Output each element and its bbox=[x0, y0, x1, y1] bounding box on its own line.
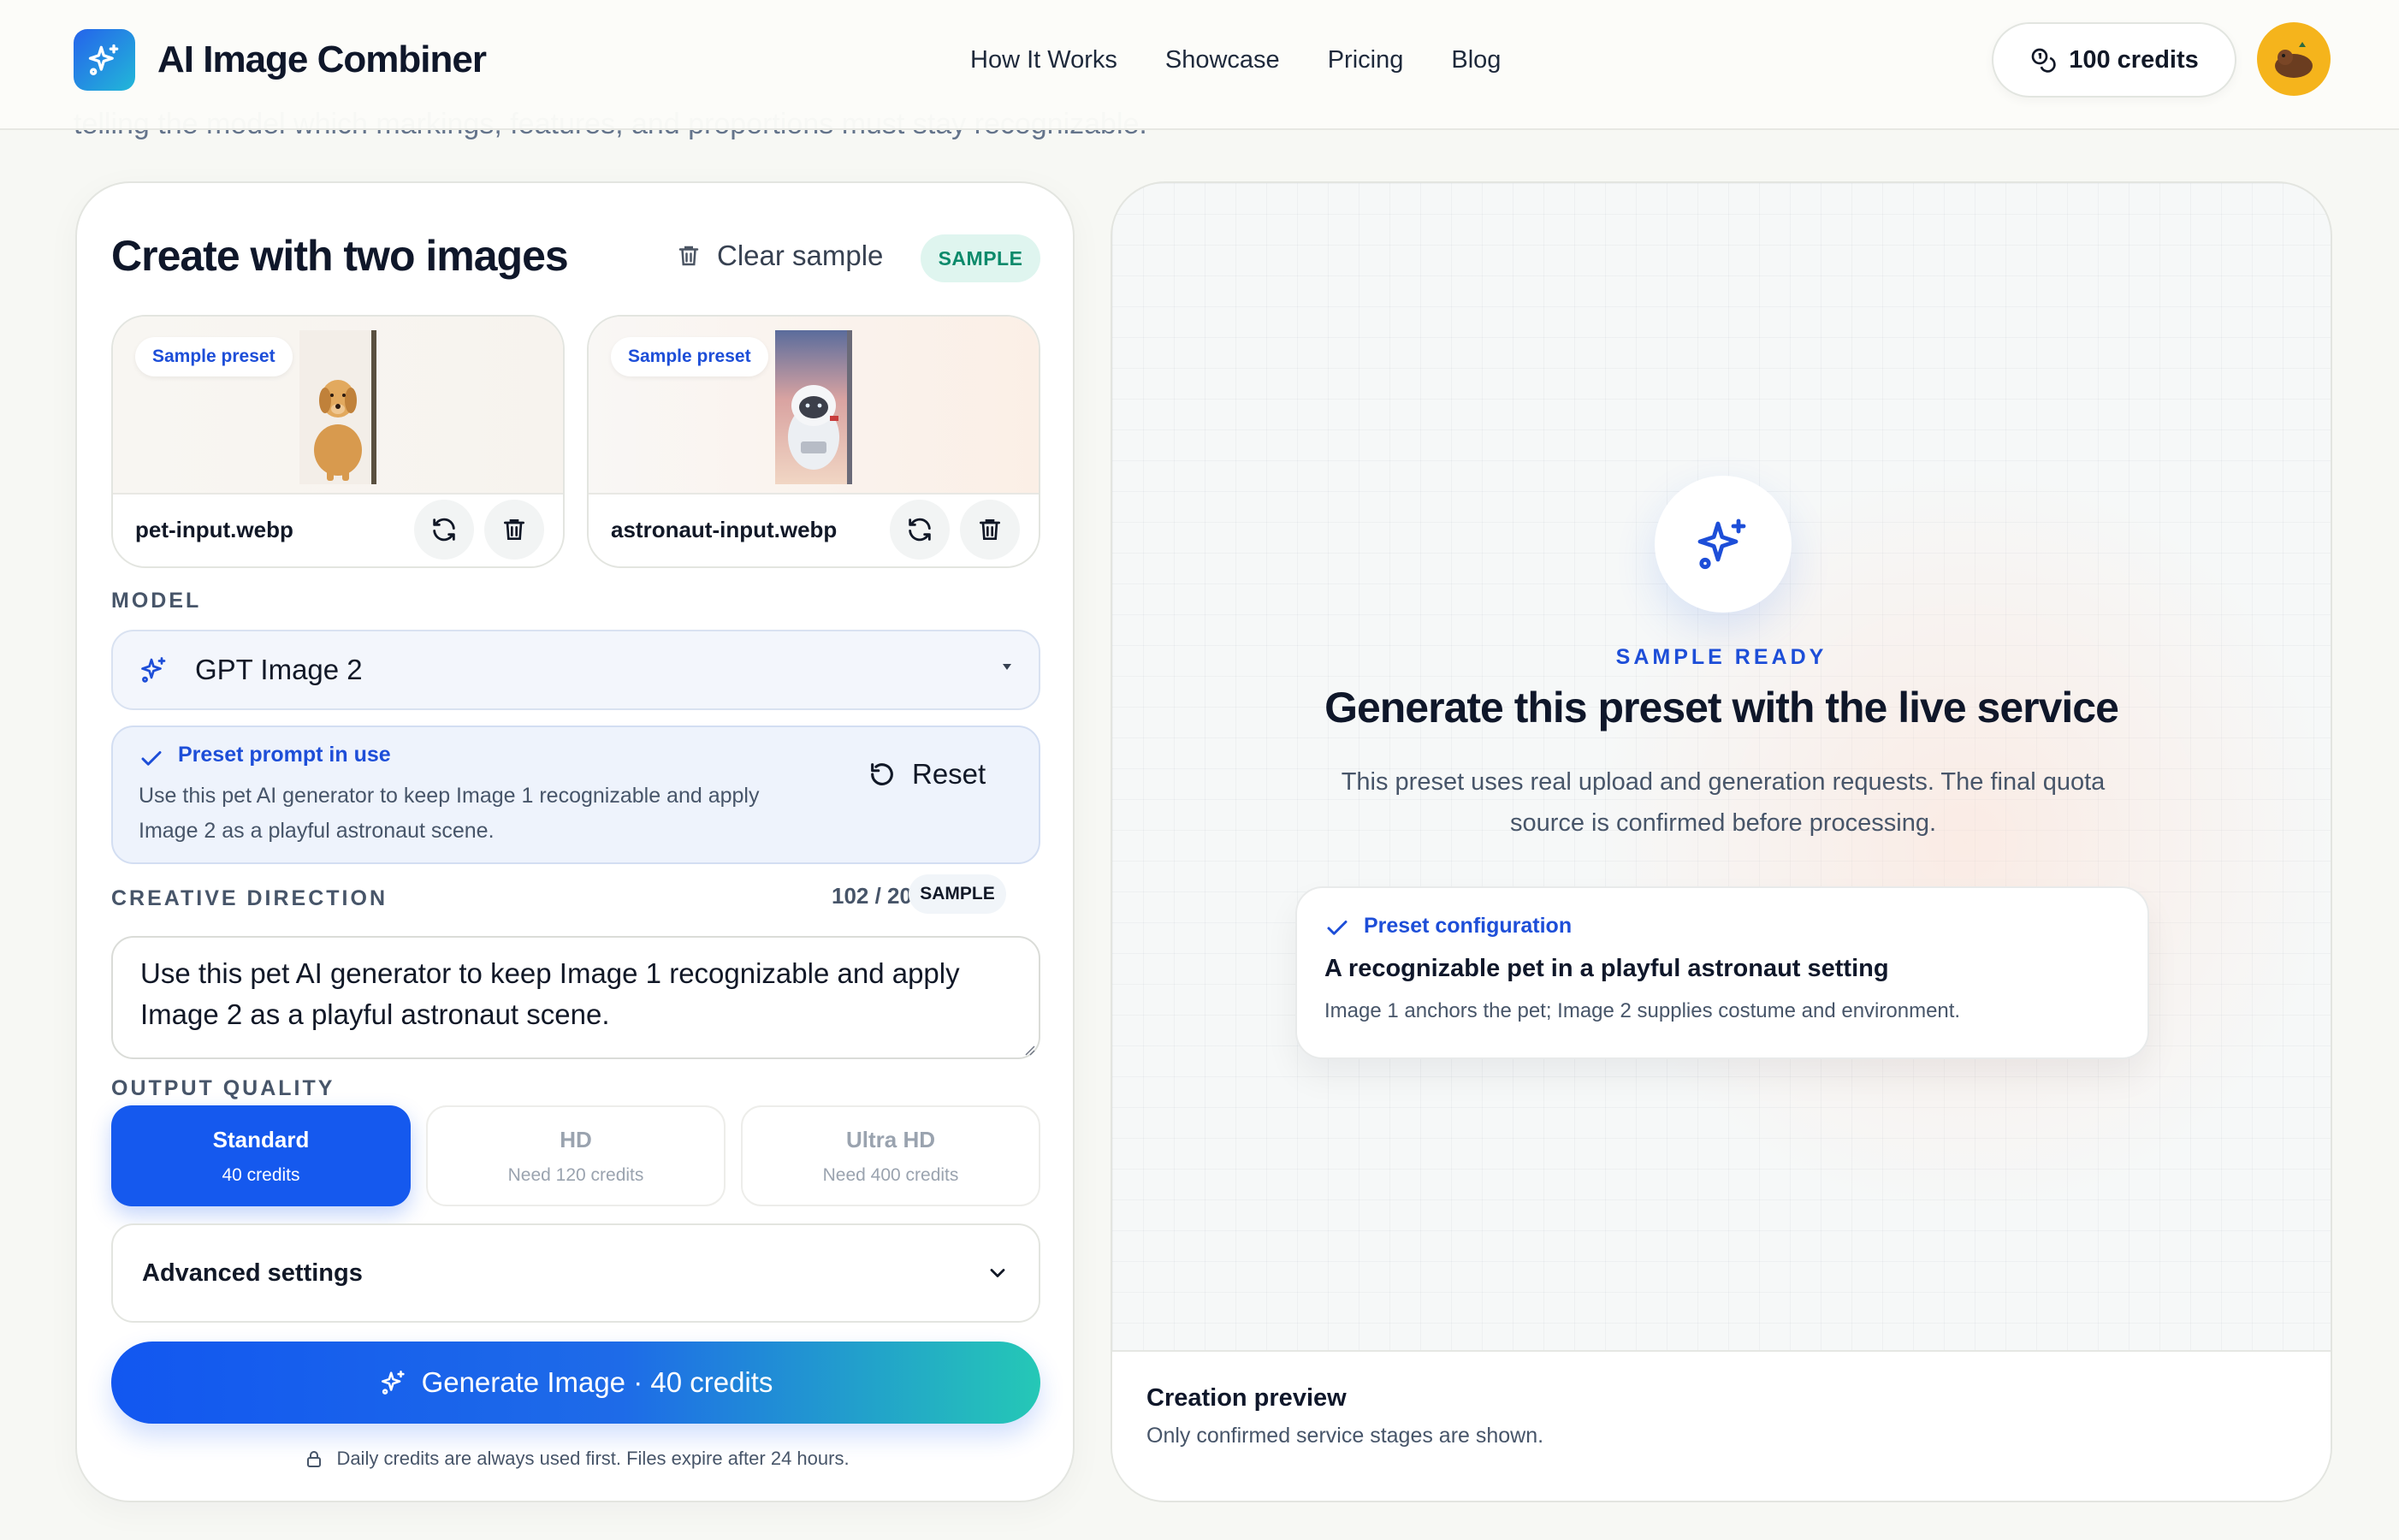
sample-preset-tag: Sample preset bbox=[135, 337, 293, 376]
coins-icon bbox=[2031, 48, 2056, 73]
preset-configuration-card: Preset configuration A recognizable pet … bbox=[1295, 886, 2149, 1059]
quality-cost: 40 credits bbox=[222, 1164, 300, 1185]
quality-cost: Need 120 credits bbox=[507, 1164, 644, 1185]
sparkle-icon bbox=[1697, 518, 1746, 570]
image-1-filename: pet-input.webp bbox=[135, 517, 293, 542]
trash-icon bbox=[504, 519, 524, 540]
footnote-text: Daily credits are always used first. Fil… bbox=[336, 1448, 850, 1469]
logo-icon[interactable] bbox=[74, 29, 135, 91]
replace-image-1-button[interactable] bbox=[414, 500, 474, 560]
config-description: Image 1 anchors the pet; Image 2 supplie… bbox=[1324, 999, 1961, 1022]
reset-button[interactable]: Reset bbox=[868, 758, 986, 791]
dog-thumbnail bbox=[299, 330, 376, 484]
prompt-textarea[interactable]: Use this pet AI generator to keep Image … bbox=[111, 936, 1040, 1059]
nav-pricing[interactable]: Pricing bbox=[1328, 41, 1404, 79]
preset-prompt-box: Preset prompt in use Use this pet AI gen… bbox=[111, 726, 1040, 864]
generate-image-button[interactable]: Generate Image · 40 credits bbox=[111, 1342, 1040, 1424]
image-1-preview-area: Sample preset bbox=[113, 317, 563, 495]
create-form-card: Create with two images Clear sample SAMP… bbox=[75, 181, 1075, 1502]
undo-icon bbox=[871, 763, 893, 785]
model-select[interactable]: GPT Image 2 bbox=[111, 630, 1040, 710]
quality-hd-option[interactable]: HD Need 120 credits bbox=[426, 1105, 726, 1206]
creation-preview-subtitle: Only confirmed service stages are shown. bbox=[1146, 1424, 1544, 1448]
delete-image-1-button[interactable] bbox=[484, 500, 544, 560]
trash-icon bbox=[678, 246, 699, 266]
delete-image-2-button[interactable] bbox=[960, 500, 1020, 560]
reset-label: Reset bbox=[912, 758, 986, 790]
image-2-preview-area: Sample preset bbox=[589, 317, 1039, 495]
output-quality-label: OUTPUT QUALITY bbox=[111, 1076, 335, 1100]
counter-sample-badge: SAMPLE bbox=[909, 874, 1006, 914]
sample-preset-tag: Sample preset bbox=[611, 337, 768, 376]
refresh-icon bbox=[909, 518, 931, 542]
nav-showcase[interactable]: Showcase bbox=[1165, 41, 1280, 79]
chevron-down-icon bbox=[990, 1269, 1005, 1277]
lock-icon bbox=[307, 1451, 322, 1467]
creation-preview-title: Creation preview bbox=[1146, 1384, 1347, 1412]
sparkle-icon bbox=[141, 657, 166, 683]
upload-slot-image-2[interactable]: Sample preset astronaut-input.webp bbox=[587, 315, 1040, 568]
preview-title: Generate this preset with the live servi… bbox=[1324, 684, 2119, 732]
preview-description: This preset uses real upload and generat… bbox=[1341, 768, 2106, 837]
preset-body: Use this pet AI generator to keep Image … bbox=[139, 784, 760, 843]
image-2-filename: astronaut-input.webp bbox=[611, 517, 838, 542]
quality-standard-option[interactable]: Standard 40 credits bbox=[111, 1105, 411, 1206]
chevron-down-icon bbox=[1003, 664, 1011, 670]
resize-handle-icon[interactable] bbox=[1023, 1044, 1035, 1056]
credits-label: 100 credits bbox=[2069, 45, 2199, 74]
main-nav: How It Works Showcase Pricing Blog bbox=[970, 41, 1549, 79]
clear-sample-button[interactable]: Clear sample bbox=[676, 240, 883, 272]
advanced-settings-label: Advanced settings bbox=[142, 1259, 363, 1287]
upload-slot-image-1[interactable]: Sample preset pet-input.webp bbox=[111, 315, 565, 568]
model-section-label: MODEL bbox=[111, 589, 202, 613]
refresh-icon bbox=[433, 518, 455, 542]
config-label: Preset configuration bbox=[1364, 914, 1573, 938]
astronaut-thumbnail bbox=[775, 330, 852, 484]
quality-name: Standard bbox=[212, 1126, 310, 1152]
quality-name: HD bbox=[560, 1126, 592, 1152]
replace-image-2-button[interactable] bbox=[890, 500, 950, 560]
preset-title: Preset prompt in use bbox=[178, 743, 391, 767]
quality-ultra-hd-option[interactable]: Ultra HD Need 400 credits bbox=[741, 1105, 1040, 1206]
clear-sample-label: Clear sample bbox=[717, 240, 884, 271]
model-selected-value: GPT Image 2 bbox=[195, 654, 363, 685]
advanced-settings-toggle[interactable]: Advanced settings bbox=[111, 1223, 1040, 1323]
sample-badge: SAMPLE bbox=[921, 234, 1040, 282]
form-title: Create with two images bbox=[111, 232, 569, 280]
sample-ready-label: SAMPLE READY bbox=[1615, 645, 1827, 669]
creation-preview-panel: SAMPLE READY Generate this preset with t… bbox=[1111, 181, 2332, 1502]
brand-name[interactable]: AI Image Combiner bbox=[157, 34, 487, 86]
sparkle-badge bbox=[1655, 476, 1792, 613]
credits-button[interactable]: 100 credits bbox=[1992, 22, 2236, 98]
top-navbar: AI Image Combiner How It Works Showcase … bbox=[0, 0, 2399, 130]
check-icon bbox=[141, 751, 162, 766]
nav-how-it-works[interactable]: How It Works bbox=[970, 41, 1117, 79]
quality-name: Ultra HD bbox=[845, 1126, 935, 1152]
sparkle-icon bbox=[381, 1370, 405, 1395]
check-icon bbox=[1327, 921, 1348, 935]
quality-cost: Need 400 credits bbox=[822, 1164, 959, 1185]
config-title: A recognizable pet in a playful astronau… bbox=[1324, 955, 1889, 982]
generate-label: Generate Image · 40 credits bbox=[421, 1366, 773, 1398]
nav-blog[interactable]: Blog bbox=[1451, 41, 1501, 79]
credits-footnote: Daily credits are always used first. Fil… bbox=[77, 1448, 1076, 1470]
trash-icon bbox=[980, 519, 1000, 540]
creative-direction-label: CREATIVE DIRECTION bbox=[111, 886, 388, 910]
avatar[interactable] bbox=[2257, 22, 2331, 96]
creation-preview-footer: Creation preview Only confirmed service … bbox=[1112, 1350, 2331, 1501]
